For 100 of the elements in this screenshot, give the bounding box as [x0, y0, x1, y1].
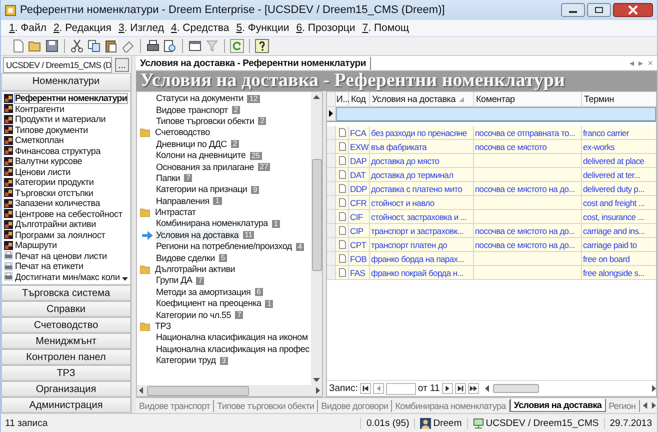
module-item[interactable]: Печат на етикети	[15, 261, 84, 272]
module-item[interactable]: Сметкоплан	[15, 135, 64, 146]
save-icon[interactable]	[45, 39, 59, 53]
tab[interactable]: Регион	[606, 400, 640, 412]
splitter-handle[interactable]	[131, 56, 136, 413]
scroll-left-icon[interactable]	[642, 402, 648, 409]
module-item[interactable]: Търговски отстъпки	[15, 188, 94, 198]
section-button[interactable]: Мениджмънт	[1, 333, 131, 349]
document-tab[interactable]: Условия на доставка - Референтни номенклатури	[136, 57, 371, 70]
folder-icon[interactable]	[28, 39, 42, 53]
connection-dropdown[interactable]: UCSDEV / Dreem15_CMS (D	[3, 56, 112, 72]
section-header[interactable]: Номенклатури	[1, 73, 131, 91]
tree-item[interactable]: Коефициент на преоценка	[155, 298, 262, 310]
tab-control[interactable]: ◂	[630, 57, 635, 70]
last-record-icon[interactable]	[454, 383, 466, 394]
refresh-icon[interactable]	[230, 39, 244, 53]
scrollbar-thumb[interactable]	[147, 386, 249, 396]
menu-item[interactable]: 5. Функции	[236, 22, 290, 34]
tree-item[interactable]: Видове транспорт	[155, 104, 229, 116]
tab[interactable]: Условия на доставка	[510, 399, 606, 412]
section-button[interactable]: Контролен панел	[1, 349, 131, 365]
new-document-icon[interactable]	[11, 39, 25, 53]
tree-item[interactable]: Дневници по ДДС	[155, 138, 228, 150]
tree-item[interactable]: Условия на доставка	[155, 230, 240, 241]
tab[interactable]: Видове договори	[318, 400, 392, 412]
scroll-left-icon[interactable]	[484, 385, 489, 392]
horizontal-scrollbar[interactable]	[484, 384, 656, 394]
module-item[interactable]: Валутни курсове	[15, 156, 82, 166]
module-item[interactable]: Типове документи	[15, 124, 88, 135]
module-item[interactable]: Ценови листи	[15, 166, 70, 177]
scroll-right-icon[interactable]	[316, 387, 320, 394]
module-item[interactable]: Финансова структура	[15, 146, 101, 156]
menu-item[interactable]: 3. Изглед	[118, 22, 164, 34]
module-item[interactable]: Категории продукти	[15, 177, 94, 188]
tree-item[interactable]: Основания за прилагане	[155, 162, 255, 173]
copy-icon[interactable]	[87, 39, 101, 53]
section-button[interactable]: Справки	[1, 301, 131, 317]
tab[interactable]: Типове търговски обекти	[214, 400, 318, 412]
scroll-left-icon[interactable]	[139, 387, 143, 394]
scroll-down-icon[interactable]	[122, 277, 128, 281]
tree-item[interactable]: Национална класификация на иконом	[155, 332, 309, 344]
window-icon[interactable]	[188, 39, 202, 53]
tree-item[interactable]: Категории на признаци	[155, 184, 248, 196]
printer-icon[interactable]	[146, 39, 160, 53]
tree-item[interactable]: Методи за амортизация	[155, 286, 252, 298]
module-item[interactable]: Печат на ценови листи	[15, 250, 107, 261]
tab-control[interactable]: ×	[648, 57, 653, 70]
record-number-field[interactable]	[386, 382, 416, 394]
scroll-right-icon[interactable]	[650, 402, 656, 409]
tree-item[interactable]: Папки	[155, 172, 182, 184]
maximize-icon[interactable]	[587, 3, 611, 17]
section-button[interactable]: Счетоводство	[1, 317, 131, 333]
scroll-up-icon[interactable]	[313, 95, 320, 99]
section-button[interactable]: Организация	[1, 381, 131, 397]
menu-item[interactable]: 6. Прозорци	[296, 22, 356, 34]
first-record-icon[interactable]	[360, 383, 371, 394]
scrollbar-thumb[interactable]	[312, 159, 322, 271]
module-item[interactable]: Дълготрайни активи	[15, 219, 96, 230]
tree-folder[interactable]: ТРЗ	[154, 321, 172, 332]
menu-item[interactable]: 2. Редакция	[54, 22, 112, 34]
menu-item[interactable]: 7. Помощ	[362, 22, 410, 34]
tree-folder[interactable]: Счетоводство	[154, 127, 211, 138]
module-item[interactable]: Програми за лоялност	[15, 230, 106, 240]
section-button[interactable]: Администрация	[1, 397, 131, 413]
tree-item[interactable]: Комбинирана номенклатура	[155, 218, 269, 230]
module-item[interactable]: Референтни номенклатури	[14, 93, 128, 104]
tab-control[interactable]: ▸	[638, 57, 644, 70]
tab[interactable]: Видове транспорт	[136, 400, 214, 412]
tree-item[interactable]: Типове търговски обекти	[155, 116, 256, 127]
tree-item[interactable]: Категории труд	[155, 355, 217, 366]
module-item[interactable]: Продукти и материали	[15, 114, 106, 124]
splitter-handle[interactable]	[323, 91, 326, 397]
tree-item[interactable]: Видове сделки	[155, 252, 216, 264]
minimize-icon[interactable]	[561, 3, 585, 17]
menu-item[interactable]: 1. Файл	[9, 22, 46, 34]
tree-item[interactable]: Национална класификация на профес	[155, 344, 310, 355]
section-button[interactable]: ТРЗ	[1, 365, 131, 381]
tree-item[interactable]: Колони на дневниците	[155, 150, 247, 162]
tree-item[interactable]: Региони на потребление/произход	[155, 241, 293, 252]
module-item[interactable]: Контрагенти	[15, 104, 64, 114]
paste-icon[interactable]	[104, 39, 118, 53]
tree-item[interactable]: Направления	[155, 196, 210, 207]
scroll-right-icon[interactable]	[652, 385, 656, 392]
cut-icon[interactable]	[70, 39, 84, 53]
scrollbar-thumb[interactable]	[492, 384, 539, 393]
horizontal-scrollbar[interactable]	[137, 385, 322, 396]
tree-item[interactable]: Статуси на документи	[155, 93, 244, 104]
scroll-down-icon[interactable]	[313, 378, 320, 382]
tree-folder[interactable]: Дълготрайни активи	[154, 264, 236, 276]
browse-button[interactable]: ...	[115, 58, 129, 72]
print-preview-icon[interactable]	[163, 39, 177, 53]
menu-item[interactable]: 4. Средства	[170, 22, 230, 34]
vertical-scrollbar[interactable]	[311, 92, 322, 385]
section-button[interactable]: Търговска система	[1, 285, 131, 301]
row-header[interactable]	[327, 107, 336, 121]
module-item[interactable]: Маршрути	[15, 240, 57, 250]
next-record-icon[interactable]	[442, 383, 453, 394]
module-item[interactable]: Центрове на себестойност	[15, 208, 122, 219]
tree-item[interactable]: Категории по чл.55	[155, 310, 232, 321]
eraser-icon[interactable]	[121, 39, 135, 53]
